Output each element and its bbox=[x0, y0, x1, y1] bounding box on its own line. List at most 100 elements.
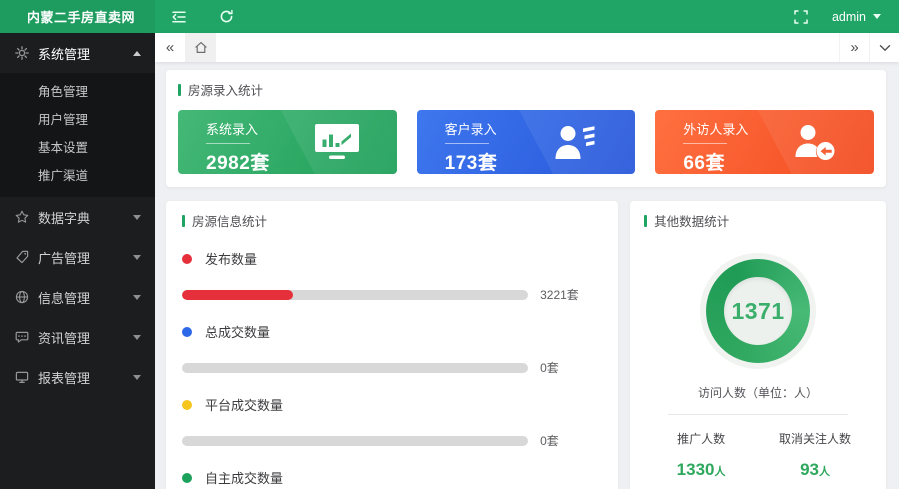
chevron-down-icon bbox=[133, 295, 141, 300]
fold-menu-icon bbox=[171, 10, 187, 24]
bar-chart-icon bbox=[315, 124, 359, 160]
gauge-ring: 1371 bbox=[706, 259, 810, 363]
sidebar-item-role-mgmt[interactable]: 角色管理 bbox=[0, 78, 155, 106]
other-metrics-row: 推广人数 1330人 取消关注人数 93人 bbox=[644, 430, 872, 480]
chevrons-left-icon: « bbox=[166, 39, 174, 56]
stat-label: 外访人录入 bbox=[683, 119, 874, 138]
legend-dot bbox=[182, 327, 192, 337]
progress-track bbox=[182, 363, 528, 373]
entry-stats-row: 系统录入 2982套 客户录入 bbox=[178, 110, 874, 174]
section-title-text: 其他数据统计 bbox=[654, 211, 729, 230]
info-stats-title: 房源信息统计 bbox=[182, 211, 602, 230]
gauge-inner: 1371 bbox=[724, 277, 792, 345]
main-shell: 系统管理 角色管理 用户管理 基本设置 推广渠道 数据字典 bbox=[0, 33, 899, 489]
user-menu[interactable]: admin bbox=[822, 0, 899, 33]
title-accent-bar bbox=[182, 215, 185, 227]
sidebar-submenu-system: 角色管理 用户管理 基本设置 推广渠道 bbox=[0, 73, 155, 197]
other-stats-card: 其他数据统计 1371 访问人数（单位：人） bbox=[630, 201, 886, 489]
sidebar-item-label: 信息管理 bbox=[38, 288, 90, 307]
progress-label: 发布数量 bbox=[205, 249, 257, 268]
stat-divider bbox=[445, 143, 489, 144]
sidebar-item-label: 数据字典 bbox=[38, 208, 90, 227]
stat-divider bbox=[683, 143, 727, 144]
sidebar-item-promo-channel[interactable]: 推广渠道 bbox=[0, 162, 155, 190]
sidebar-item-report-mgmt[interactable]: 报表管理 bbox=[0, 357, 155, 397]
stat-label: 客户录入 bbox=[445, 119, 636, 138]
dashboard-lower-row: 房源信息统计 发布数量 3221套 bbox=[166, 201, 886, 489]
chevron-down-icon bbox=[133, 375, 141, 380]
metric-label: 推广人数 bbox=[644, 430, 758, 447]
stat-value: 173套 bbox=[445, 148, 636, 174]
app-window: 内蒙二手房直卖网 bbox=[0, 0, 899, 489]
tabs-scroll-right-button[interactable]: » bbox=[839, 33, 869, 62]
refresh-icon bbox=[219, 9, 234, 24]
stat-value: 66套 bbox=[683, 148, 874, 174]
metric-unit: 人 bbox=[819, 466, 830, 478]
chevron-down-icon bbox=[133, 335, 141, 340]
sidebar-nav: 系统管理 角色管理 用户管理 基本设置 推广渠道 数据字典 bbox=[0, 33, 155, 489]
sidebar-item-basic-settings[interactable]: 基本设置 bbox=[0, 134, 155, 162]
tag-icon bbox=[14, 250, 29, 265]
chevron-down-icon bbox=[873, 14, 881, 19]
progress-item-total-deals: 总成交数量 0套 bbox=[182, 322, 602, 376]
sidebar-item-data-dict[interactable]: 数据字典 bbox=[0, 197, 155, 237]
metric-value: 93人 bbox=[758, 460, 872, 480]
fold-menu-button[interactable] bbox=[155, 0, 203, 33]
metric-unit: 人 bbox=[715, 466, 726, 478]
tab-home[interactable] bbox=[185, 33, 216, 62]
sidebar-item-news-mgmt[interactable]: 资讯管理 bbox=[0, 317, 155, 357]
sidebar-item-info-mgmt[interactable]: 信息管理 bbox=[0, 277, 155, 317]
progress-label: 平台成交数量 bbox=[205, 395, 283, 414]
user-name: admin bbox=[832, 10, 866, 24]
gauge-label: 访问人数（单位：人） bbox=[644, 384, 872, 401]
chevrons-right-icon: » bbox=[850, 39, 858, 56]
gear-icon bbox=[14, 46, 29, 61]
chevron-down-icon bbox=[133, 255, 141, 260]
chevron-down-icon bbox=[133, 215, 141, 220]
progress-fill bbox=[182, 290, 293, 300]
other-stats-title: 其他数据统计 bbox=[644, 211, 872, 230]
sidebar-item-system-mgmt[interactable]: 系统管理 bbox=[0, 33, 155, 73]
outside-visitor-icon bbox=[792, 123, 836, 161]
divider bbox=[668, 414, 848, 415]
stat-label: 系统录入 bbox=[206, 119, 397, 138]
monitor-icon bbox=[14, 370, 29, 385]
globe-icon bbox=[14, 290, 29, 305]
tab-bar: « » bbox=[155, 33, 899, 62]
sidebar-item-user-mgmt[interactable]: 用户管理 bbox=[0, 106, 155, 134]
metric-number: 93 bbox=[800, 460, 819, 479]
legend-dot bbox=[182, 254, 192, 264]
section-title-text: 房源录入统计 bbox=[188, 80, 263, 99]
sidebar-item-label: 系统管理 bbox=[38, 44, 90, 63]
info-stats-card: 房源信息统计 发布数量 3221套 bbox=[166, 201, 618, 489]
progress-value: 0套 bbox=[540, 432, 602, 449]
title-accent-bar bbox=[178, 84, 181, 96]
chat-icon bbox=[14, 330, 29, 345]
stat-card-outside-visitor-entry: 外访人录入 66套 bbox=[655, 110, 874, 174]
brand-title: 内蒙二手房直卖网 bbox=[0, 0, 155, 33]
progress-label: 自主成交数量 bbox=[205, 468, 283, 487]
metric-value: 1330人 bbox=[644, 460, 758, 480]
progress-value: 3221套 bbox=[540, 286, 602, 303]
metric-promoted-users: 推广人数 1330人 bbox=[644, 430, 758, 480]
tabs-scroll-left-button[interactable]: « bbox=[155, 33, 185, 62]
legend-dot bbox=[182, 473, 192, 483]
refresh-button[interactable] bbox=[203, 0, 250, 33]
stat-card-system-entry: 系统录入 2982套 bbox=[178, 110, 397, 174]
sidebar-item-label: 报表管理 bbox=[38, 368, 90, 387]
sidebar-item-label: 资讯管理 bbox=[38, 328, 90, 347]
chevron-down-icon bbox=[879, 44, 891, 52]
entry-stats-card: 房源录入统计 系统录入 2982套 bbox=[166, 70, 886, 187]
sidebar-item-ad-mgmt[interactable]: 广告管理 bbox=[0, 237, 155, 277]
star-icon bbox=[14, 210, 29, 225]
fullscreen-button[interactable] bbox=[780, 0, 822, 33]
main-area: « » bbox=[155, 33, 899, 489]
top-bar: 内蒙二手房直卖网 bbox=[0, 0, 899, 33]
metric-unfollowed-users: 取消关注人数 93人 bbox=[758, 430, 872, 480]
tabs-menu-button[interactable] bbox=[869, 33, 899, 62]
fullscreen-icon bbox=[794, 10, 808, 24]
section-title-text: 房源信息统计 bbox=[192, 211, 267, 230]
entry-stats-title: 房源录入统计 bbox=[178, 80, 874, 99]
sidebar-item-label: 广告管理 bbox=[38, 248, 90, 267]
progress-item-self-deals: 自主成交数量 0套 bbox=[182, 468, 602, 489]
